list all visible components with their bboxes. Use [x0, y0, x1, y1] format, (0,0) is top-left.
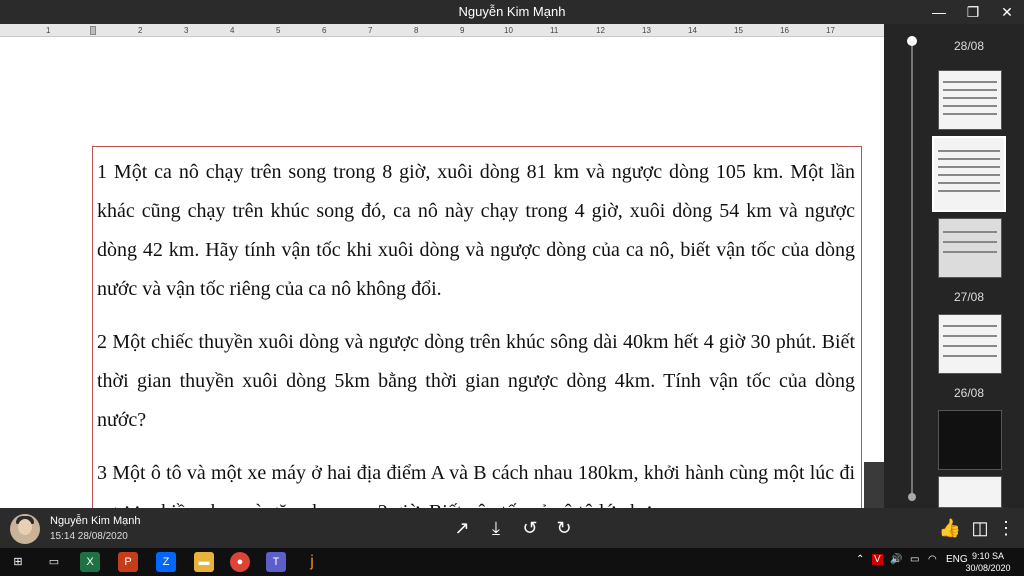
zalo-icon: Z — [162, 556, 170, 568]
sender-name: Nguyễn Kim Mạnh — [50, 515, 141, 527]
chrome-icon: ● — [236, 556, 244, 568]
download-icon: ⤓ — [492, 518, 500, 538]
thumbnail-sidebar: 28/08 27/08 26/08 — [884, 24, 1024, 508]
image-viewer: 1 2 3 4 5 6 7 8 9 10 11 12 13 14 15 16 1… — [0, 24, 884, 508]
ruler-tick: 2 — [138, 26, 143, 35]
layout-button[interactable]: ◫ — [968, 516, 992, 540]
tray-network[interactable]: ◠ — [928, 554, 937, 565]
date-label: 28/08 — [953, 39, 985, 53]
java-icon: j — [310, 553, 314, 570]
ruler-tick: 1 — [46, 26, 51, 35]
tray-volume[interactable]: 🔊 — [890, 554, 902, 565]
show-hidden-icons[interactable]: ⌃ — [856, 554, 864, 565]
shield-icon: V — [874, 554, 881, 565]
download-button[interactable]: ⤓ — [484, 516, 508, 540]
ruler-tick: 9 — [460, 26, 465, 35]
share-button[interactable]: ↗ — [450, 516, 474, 540]
windows-logo-icon: ⊞ — [13, 556, 23, 568]
close-icon: ✕ — [1001, 4, 1013, 20]
windows-taskbar: ⊞ ▭ X P Z ▬ ● T j ⌃ V 🔊 ▭ ◠ ENG 9:10 SA … — [0, 548, 1024, 576]
tray-antivirus[interactable]: V — [872, 554, 883, 565]
ruler-tick: 3 — [184, 26, 189, 35]
more-options-button[interactable]: ⋮ — [994, 516, 1018, 540]
thumbnail-image[interactable] — [938, 218, 1002, 278]
document-ruler: 1 2 3 4 5 6 7 8 9 10 11 12 13 14 15 16 1… — [0, 24, 884, 37]
thumbs-up-icon: 👍 — [938, 518, 962, 538]
clock-time: 9:10 SA — [971, 551, 1005, 561]
taskbar-file-explorer[interactable]: ▬ — [194, 552, 214, 572]
close-button[interactable]: ✕ — [990, 0, 1024, 24]
thumbnail-image[interactable] — [938, 410, 1002, 470]
excel-icon: X — [86, 556, 94, 568]
tray-battery[interactable]: ▭ — [910, 554, 919, 565]
clock-date: 30/08/2020 — [965, 563, 1011, 573]
chevron-up-icon: ⌃ — [856, 554, 865, 565]
powerpoint-icon: P — [124, 556, 132, 568]
ruler-tick: 17 — [826, 26, 835, 35]
ruler-tick: 12 — [596, 26, 605, 35]
rotate-left-icon: ↺ — [522, 518, 538, 538]
minimize-icon: — — [932, 4, 946, 20]
ruler-tick: 6 — [322, 26, 327, 35]
problem-2: 2 Một chiếc thuyền xuôi dòng và ngược dò… — [97, 331, 855, 431]
split-view-icon: ◫ — [971, 518, 989, 538]
thumbnail-image[interactable] — [938, 314, 1002, 374]
timeline-end-dot — [908, 493, 916, 501]
taskbar-teams[interactable]: T — [266, 552, 286, 572]
system-clock[interactable]: 9:10 SA 30/08/2020 — [958, 550, 1018, 574]
title-bar: Nguyễn Kim Mạnh — ❐ ✕ — [0, 0, 1024, 24]
date-label: 26/08 — [953, 386, 985, 400]
taskbar-excel[interactable]: X — [80, 552, 100, 572]
taskbar-powerpoint[interactable]: P — [118, 552, 138, 572]
ruler-tick: 13 — [642, 26, 651, 35]
more-vertical-icon: ⋮ — [997, 518, 1015, 538]
avatar — [10, 514, 40, 544]
ruler-tick: 14 — [688, 26, 697, 35]
thumbnail-image-selected[interactable] — [932, 136, 1006, 212]
ruler-tick: 8 — [414, 26, 419, 35]
window-title: Nguyễn Kim Mạnh — [458, 4, 566, 19]
ruler-tick: 11 — [550, 26, 559, 35]
problem-3: 3 Một ô tô và một xe máy ở hai địa điểm … — [97, 462, 855, 508]
taskbar-chrome[interactable]: ● — [230, 552, 250, 572]
ruler-tick: 4 — [230, 26, 235, 35]
restore-button[interactable]: ❐ — [956, 0, 990, 24]
problem-1: 1 Một ca nô chạy trên song trong 8 giờ, … — [97, 161, 855, 300]
ruler-tick: 10 — [504, 26, 513, 35]
rotate-right-icon: ↻ — [556, 518, 572, 538]
ruler-tick: 16 — [780, 26, 789, 35]
date-label: 27/08 — [953, 290, 985, 304]
indent-marker — [90, 26, 96, 35]
folder-icon: ▬ — [198, 556, 210, 568]
rotate-right-button[interactable]: ↻ — [552, 516, 576, 540]
wifi-icon: ◠ — [928, 554, 937, 565]
teams-icon: T — [272, 556, 280, 568]
rotate-left-button[interactable]: ↺ — [518, 516, 542, 540]
minimize-button[interactable]: — — [922, 0, 956, 24]
restore-icon: ❐ — [966, 4, 980, 20]
battery-icon: ▭ — [910, 554, 920, 565]
task-view-icon: ▭ — [48, 556, 60, 568]
timeline-track[interactable] — [911, 42, 913, 498]
timeline-handle[interactable] — [907, 36, 917, 46]
sent-timestamp: 15:14 28/08/2020 — [50, 531, 128, 542]
thumbnail-image[interactable] — [938, 70, 1002, 130]
next-image-edge[interactable] — [864, 462, 884, 508]
reaction-button[interactable]: 👍 — [938, 516, 962, 540]
ruler-tick: 15 — [734, 26, 743, 35]
ruler-tick: 5 — [276, 26, 281, 35]
thumbnail-image[interactable] — [938, 476, 1002, 508]
volume-icon: 🔊 — [890, 554, 903, 565]
task-view-button[interactable]: ▭ — [44, 552, 64, 572]
document-content: 1 Một ca nô chạy trên song trong 8 giờ, … — [92, 146, 862, 508]
taskbar-zalo[interactable]: Z — [156, 552, 176, 572]
taskbar-java-app[interactable]: j — [302, 552, 322, 572]
viewer-bottom-bar: Nguyễn Kim Mạnh 15:14 28/08/2020 ↗ ⤓ ↺ ↻… — [0, 508, 1024, 548]
share-arrow-icon: ↗ — [454, 518, 470, 538]
ruler-tick: 7 — [368, 26, 373, 35]
start-button[interactable]: ⊞ — [8, 552, 28, 572]
